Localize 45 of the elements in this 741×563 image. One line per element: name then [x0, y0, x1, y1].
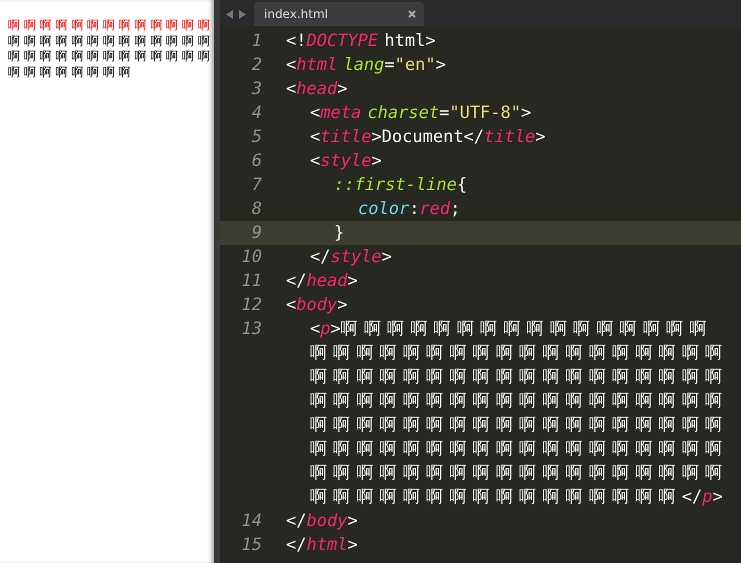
paragraph-line: 啊 啊 啊 啊 啊 啊 啊 啊 啊 啊 啊 啊 啊 [8, 18, 210, 34]
line-number: 2 [252, 55, 262, 75]
code-text: 啊 啊 啊 啊 啊 啊 啊 啊 啊 啊 啊 啊 啊 啊 啊 啊 啊 啊 [310, 367, 722, 387]
code-text: </head> [286, 271, 358, 291]
code-text: <html lang="en"> [286, 55, 446, 75]
line-number: 9 [252, 223, 262, 243]
line-number: 3 [252, 79, 262, 99]
line-number: 10 [242, 247, 262, 267]
line-number: 13 [242, 319, 262, 339]
paragraph-line: 啊 啊 啊 啊 啊 啊 啊 啊 啊 啊 啊 啊 啊 [8, 34, 210, 49]
code-text: color:red; [358, 199, 460, 219]
code-text: 啊 啊 啊 啊 啊 啊 啊 啊 啊 啊 啊 啊 啊 啊 啊 啊 </p> [310, 487, 723, 507]
line-number: 12 [242, 295, 262, 315]
code-text: <title>Document</title> [310, 127, 546, 147]
line-number: 4 [252, 103, 262, 123]
code-text: 啊 啊 啊 啊 啊 啊 啊 啊 啊 啊 啊 啊 啊 啊 啊 啊 啊 啊 [310, 343, 722, 363]
back-arrow-icon[interactable] [226, 10, 233, 19]
close-icon[interactable] [408, 10, 416, 18]
code-text: </style> [310, 247, 392, 267]
code-text: <body> [286, 295, 348, 315]
line-number: 1 [252, 31, 262, 51]
line-number: 11 [242, 271, 262, 291]
line-number: 14 [242, 511, 262, 531]
forward-arrow-icon[interactable] [239, 10, 246, 19]
code-text: ::first-line{ [334, 175, 468, 195]
code-text: </body> [286, 511, 358, 531]
code-text: 啊 啊 啊 啊 啊 啊 啊 啊 啊 啊 啊 啊 啊 啊 啊 啊 啊 啊 [310, 439, 722, 459]
code-text: <head> [286, 79, 348, 99]
code-text: <p>啊 啊 啊 啊 啊 啊 啊 啊 啊 啊 啊 啊 啊 啊 啊 啊 [310, 319, 706, 339]
line-number: 8 [252, 199, 262, 219]
line-number: 15 [242, 535, 262, 555]
paragraph-line: 啊 啊 啊 啊 啊 啊 啊 啊 啊 啊 啊 啊 啊 [8, 49, 210, 64]
code-text: 啊 啊 啊 啊 啊 啊 啊 啊 啊 啊 啊 啊 啊 啊 啊 啊 啊 啊 [310, 463, 722, 483]
paragraph-line: 啊 啊 啊 啊 啊 啊 啊 啊 [8, 64, 132, 80]
code-text: } [334, 223, 344, 243]
code-text: <style> [310, 151, 382, 171]
line-number: 6 [252, 151, 262, 171]
code-text: 啊 啊 啊 啊 啊 啊 啊 啊 啊 啊 啊 啊 啊 啊 啊 啊 啊 啊 [310, 391, 722, 411]
code-text: <meta charset="UTF-8"> [310, 103, 532, 123]
code-text: 啊 啊 啊 啊 啊 啊 啊 啊 啊 啊 啊 啊 啊 啊 啊 啊 啊 啊 [310, 415, 722, 435]
code-text: </html> [286, 535, 358, 555]
line-number: 5 [252, 127, 262, 147]
file-tab[interactable]: index.html [254, 2, 424, 26]
line-number: 7 [252, 175, 262, 195]
code-text: <!DOCTYPE html> [286, 31, 436, 51]
